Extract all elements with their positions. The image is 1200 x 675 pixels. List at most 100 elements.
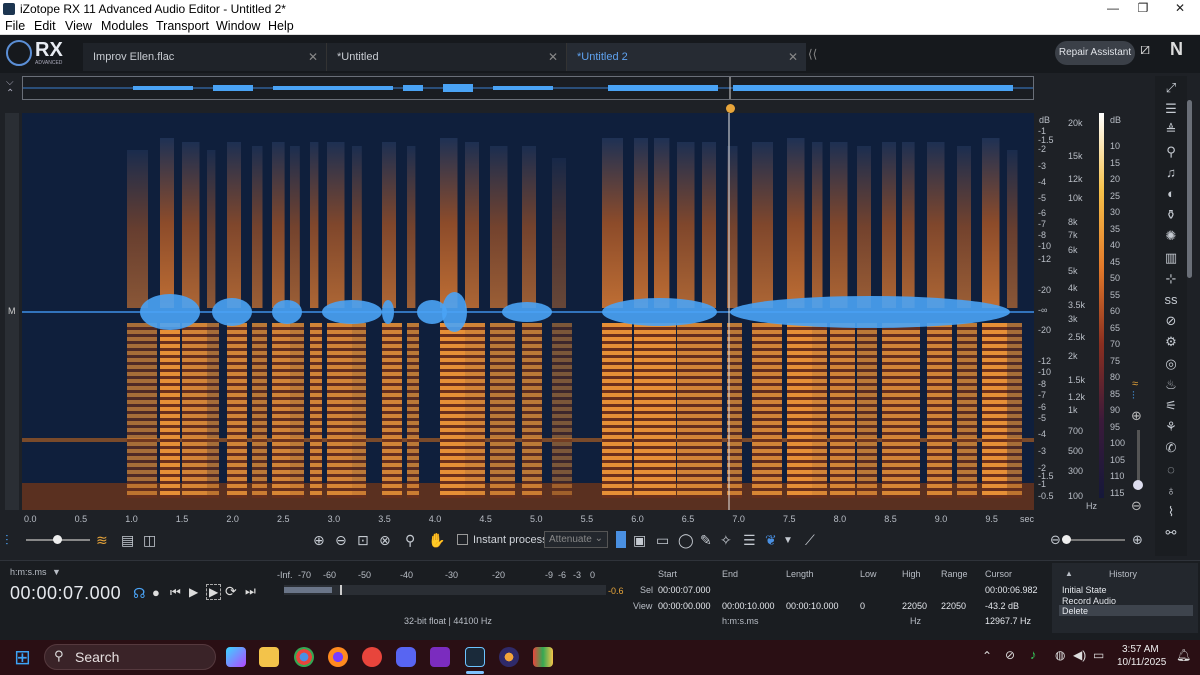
zoom-out-vertical-icon[interactable]: ⊖ — [1131, 498, 1142, 514]
zoom-in-vertical-icon[interactable]: ⊕ — [1131, 408, 1142, 424]
horizontal-zoom-handle[interactable] — [1062, 535, 1071, 544]
attenuate-select[interactable]: Attenuate ⌄ — [544, 531, 608, 548]
file-explorer-icon[interactable] — [259, 647, 279, 667]
signal-chain-icon[interactable]: ⧄ — [1140, 41, 1150, 59]
module-list-icon[interactable]: ☰ — [1163, 101, 1179, 117]
time-format-label[interactable]: h:m:s.ms — [10, 567, 47, 577]
history-item[interactable]: Initial State — [1062, 585, 1107, 595]
microphone-icon[interactable]: ♪ — [1030, 647, 1037, 662]
app-icon-grid[interactable] — [533, 647, 553, 667]
view-end-value[interactable]: 00:00:10.000 — [722, 601, 775, 611]
play-button[interactable]: ▶ — [189, 585, 198, 599]
discord-icon[interactable] — [396, 647, 416, 667]
zoom-in-icon[interactable]: ⊕ — [313, 532, 325, 549]
tool-menu-chevron-icon[interactable]: ▼ — [783, 535, 793, 546]
spectral-denoise-icon[interactable]: ◎ — [1163, 356, 1179, 372]
play-selection-button[interactable]: ▶ — [206, 584, 222, 600]
repair-assistant-button[interactable]: Repair Assistant — [1055, 41, 1135, 65]
izotope-rx-icon[interactable] — [465, 647, 485, 667]
de-plosive-icon[interactable]: ⚱ — [1163, 207, 1179, 223]
menu-edit[interactable]: Edit — [34, 19, 56, 33]
repair-icon[interactable]: ⚙ — [1163, 334, 1179, 350]
overview-collapse-icon[interactable]: ⌵ — [6, 77, 14, 88]
range-value[interactable]: 22050 — [941, 601, 966, 611]
go-to-end-button[interactable]: ⏭ — [245, 584, 256, 599]
high-value[interactable]: 22050 — [902, 601, 927, 611]
zoom-in-horizontal-icon[interactable]: ⊕ — [1132, 532, 1143, 548]
more-modules-icon[interactable]: ⚯ — [1163, 525, 1179, 541]
playhead-handle[interactable] — [726, 104, 735, 113]
record-button[interactable]: ● — [152, 585, 160, 600]
zoom-fit-icon[interactable]: ⊗ — [379, 532, 391, 549]
de-click-icon[interactable]: ✺ — [1163, 228, 1179, 244]
mail-icon[interactable] — [430, 647, 450, 667]
breath-control-icon[interactable]: ⚟ — [1163, 398, 1179, 414]
app-icon-orb[interactable] — [499, 647, 519, 667]
spectral-view-icon[interactable]: ≈ — [1132, 378, 1138, 390]
comment-icon[interactable]: ◫ — [143, 532, 156, 549]
mouth-declick-icon[interactable]: ✆ — [1163, 440, 1179, 456]
network-off-icon[interactable]: ⊘ — [1005, 648, 1015, 662]
menu-view[interactable]: View — [65, 19, 92, 33]
tab-untitled-2[interactable]: *Untitled 2 ✕ — [566, 43, 806, 71]
frequency-selection-icon[interactable]: ▭ — [656, 532, 669, 549]
menu-help[interactable]: Help — [268, 19, 294, 33]
tray-chevron-icon[interactable]: ⌃ — [982, 649, 992, 663]
hand-tool-icon[interactable]: ✋ — [428, 532, 445, 549]
envelope-icon[interactable]: ⟋ — [805, 532, 815, 549]
overview-expand-icon[interactable]: ⌃ — [6, 88, 14, 99]
history-item-selected[interactable]: Delete — [1059, 605, 1193, 616]
de-crackle-icon[interactable]: ⊹ — [1163, 271, 1179, 287]
de-hum-icon[interactable]: ◐ — [1163, 186, 1179, 201]
clock-time[interactable]: 3:57 AM — [1122, 644, 1159, 655]
history-collapse-icon[interactable]: ▲ — [1065, 569, 1073, 578]
tab-improv-ellen[interactable]: Improv Ellen.flac ✕ — [83, 43, 326, 71]
tab-close-icon[interactable]: ✕ — [308, 50, 318, 64]
expand-icon[interactable]: ⤢ — [1163, 80, 1179, 96]
vpn-shield-icon[interactable] — [362, 647, 382, 667]
volume-icon[interactable]: ◀) — [1073, 648, 1086, 662]
brush-icon[interactable]: ✎ — [700, 532, 712, 549]
tab-untitled[interactable]: *Untitled ✕ — [326, 43, 566, 71]
de-reverb-icon[interactable]: ♨ — [1163, 377, 1179, 393]
de-clip-icon[interactable]: ⊘ — [1163, 313, 1179, 329]
music-rebalance-icon[interactable]: ♫ — [1163, 165, 1179, 180]
taskbar-search[interactable]: Search — [44, 644, 216, 670]
overview-waveform[interactable] — [22, 76, 1034, 100]
maximize-button[interactable]: ❐ — [1133, 1, 1153, 15]
zoom-out-icon[interactable]: ⊖ — [335, 532, 347, 549]
module-scrollbar[interactable] — [1187, 100, 1192, 278]
battery-icon[interactable]: ▭ — [1093, 648, 1104, 662]
tab-close-icon[interactable]: ✕ — [788, 50, 798, 64]
menu-window[interactable]: Window — [216, 19, 260, 33]
firefox-icon[interactable] — [328, 647, 348, 667]
notes-icon[interactable]: ▤ — [121, 532, 134, 549]
tab-close-icon[interactable]: ✕ — [548, 50, 558, 64]
loop-button[interactable]: ⟳ — [225, 583, 237, 600]
tab-overflow-icon[interactable]: ⟨⟨ — [808, 47, 817, 61]
zoom-out-horizontal-icon[interactable]: ⊖ — [1050, 532, 1061, 548]
find-similar-icon[interactable]: ❦ — [765, 532, 777, 549]
view-start-value[interactable]: 00:00:00.000 — [658, 601, 711, 611]
close-button[interactable]: ✕ — [1170, 1, 1190, 15]
menu-file[interactable]: File — [5, 19, 25, 33]
instant-process-checkbox[interactable] — [457, 534, 468, 545]
menu-modules[interactable]: Modules — [101, 19, 148, 33]
low-value[interactable]: 0 — [860, 601, 865, 611]
zoom-selection-icon[interactable]: ⊡ — [357, 532, 369, 549]
harmonic-select-icon[interactable]: ☰ — [743, 532, 756, 549]
vertical-zoom-handle[interactable] — [1133, 480, 1143, 490]
voice-denoise-icon[interactable]: ⚘ — [1163, 419, 1179, 435]
eq-icon[interactable]: ≜ — [1163, 122, 1179, 138]
fade-icon[interactable]: ⌇ — [1163, 504, 1179, 520]
lasso-icon[interactable]: ◯ — [678, 532, 694, 549]
horizontal-zoom-slider[interactable] — [1065, 539, 1125, 541]
menu-transport[interactable]: Transport — [156, 19, 209, 33]
de-ess-icon[interactable]: ss — [1163, 292, 1179, 307]
dialogue-isolate-icon[interactable]: ⚲ — [1163, 144, 1179, 160]
time-format-chevron-icon[interactable]: ▼ — [52, 567, 61, 577]
windows-start-icon[interactable]: ⊞ — [14, 645, 31, 670]
globe-icon[interactable]: ◍ — [1055, 648, 1065, 662]
magic-wand-icon[interactable]: ✧ — [720, 532, 732, 549]
clock-date[interactable]: 10/11/2025 — [1117, 657, 1166, 668]
